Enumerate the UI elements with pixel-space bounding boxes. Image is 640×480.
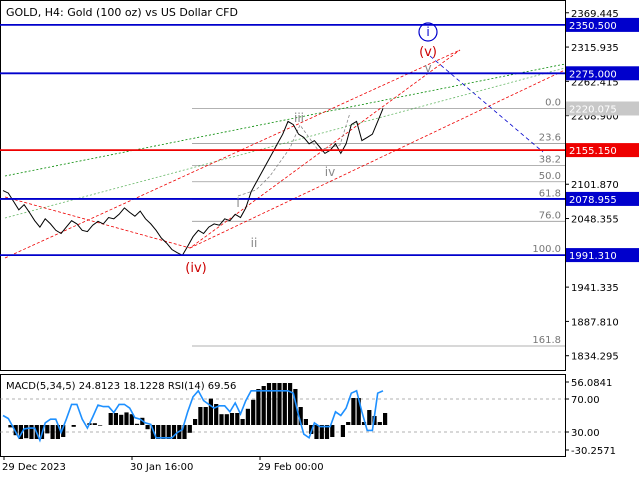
- macd-histogram-bar: [134, 423, 140, 425]
- macd-histogram-bar: [303, 419, 308, 425]
- macd-histogram-bar: [346, 422, 351, 425]
- level-tag-label: 2275.000: [569, 69, 617, 80]
- time-axis-label: 29 Feb 00:00: [258, 462, 324, 473]
- wave-label: ii: [251, 236, 258, 250]
- macd-histogram-bar: [108, 413, 113, 425]
- macd-histogram-bar: [29, 425, 34, 439]
- channel-line-green-lower: [4, 67, 566, 219]
- indicator-tick-label: -30.2571: [571, 446, 616, 457]
- wave-label: iv: [325, 165, 335, 179]
- time-axis-label: 29 Dec 2023: [2, 462, 66, 473]
- wave-label: (v): [419, 45, 437, 60]
- channel-line-red-upper: [4, 49, 461, 259]
- macd-histogram-bar: [277, 383, 282, 425]
- macd-histogram-bar: [351, 398, 356, 425]
- price-panel: 2369.4452315.9352262.4152208.9002101.870…: [0, 0, 639, 371]
- fib-ratio-label: 61.8: [539, 188, 561, 199]
- macd-histogram-bar: [219, 414, 224, 425]
- macd-histogram-bar: [224, 414, 229, 425]
- level-tag-label: 2155.150: [569, 146, 617, 157]
- indicator-tick-label: 70.00: [571, 395, 600, 406]
- macd-histogram-bar: [235, 413, 240, 425]
- macd-histogram-bar: [203, 407, 208, 425]
- macd-histogram-bar: [119, 414, 124, 425]
- macd-histogram-bar: [145, 425, 150, 430]
- macd-histogram-bar: [124, 412, 129, 425]
- macd-histogram-bar: [45, 425, 50, 434]
- fib-ratio-label: 0.0: [545, 97, 561, 108]
- level-tag-label: 1991.310: [569, 251, 617, 262]
- macd-histogram-bar: [377, 422, 382, 425]
- projection-line-blue: [429, 55, 544, 153]
- wave-label: i: [236, 196, 239, 210]
- macd-histogram-bar: [187, 425, 192, 433]
- wave-label: v: [424, 61, 431, 75]
- price-tick-label: 1887.810: [571, 317, 619, 328]
- macd-histogram-bar: [251, 399, 256, 425]
- fib-ratio-label: 23.6: [539, 132, 561, 143]
- wave-label: i: [426, 25, 429, 39]
- price-tick-label: 2048.355: [571, 215, 619, 226]
- macd-histogram-bar: [208, 398, 213, 425]
- macd-histogram-bar: [288, 383, 293, 425]
- price-tick-label: 2315.935: [571, 43, 619, 54]
- price-tick-label: 1834.295: [571, 352, 619, 363]
- level-tag-label: 2350.500: [569, 21, 617, 32]
- price-tick-label: 1941.335: [571, 283, 619, 294]
- macd-histogram-bar: [261, 386, 266, 425]
- macd-histogram-bar: [266, 383, 272, 425]
- macd-histogram-bar: [193, 419, 198, 425]
- macd-histogram-bar: [166, 425, 171, 439]
- time-axis-label: 30 Jan 16:00: [130, 462, 193, 473]
- fib-ratio-label: 50.0: [539, 171, 561, 182]
- chart-canvas: 2369.4452315.9352262.4152208.9002101.870…: [0, 0, 639, 473]
- macd-histogram-bar: [229, 413, 235, 425]
- indicator-label: MACD(5,34,5) 24.8123 18.1228 RSI(14) 69.…: [6, 381, 236, 392]
- macd-histogram-bar: [198, 407, 203, 425]
- macd-histogram-bar: [245, 408, 250, 425]
- macd-histogram-bar: [256, 389, 261, 425]
- indicator-tick-label: 56.0841: [571, 378, 612, 389]
- macd-histogram-bar: [314, 425, 319, 439]
- macd-histogram-bar: [92, 423, 97, 425]
- macd-histogram-bar: [282, 383, 287, 425]
- fib-ratio-label: 76.0: [539, 210, 561, 221]
- chart-title: GOLD, H4: Gold (100 oz) vs US Dollar CFD: [6, 6, 238, 19]
- indicator-tick-label: 30.00: [571, 428, 600, 439]
- price-tick-label: 2101.870: [571, 180, 619, 191]
- macd-histogram-bar: [24, 425, 29, 439]
- macd-histogram-bar: [156, 425, 161, 439]
- macd-histogram-bar: [98, 425, 103, 426]
- macd-histogram-bar: [240, 419, 245, 425]
- level-tag-label: 2078.955: [569, 195, 617, 206]
- macd-histogram-bar: [50, 425, 55, 439]
- wave-label: iii: [294, 111, 304, 125]
- current-price-label: 2220.075: [569, 104, 617, 115]
- channel-line-green-upper: [4, 63, 566, 177]
- wave-label: (iv): [185, 261, 206, 276]
- macd-histogram-bar: [161, 425, 166, 439]
- fib-ratio-label: 38.2: [539, 154, 561, 165]
- macd-histogram-bar: [71, 425, 76, 427]
- price-panel-border: [0, 0, 566, 371]
- fib-ratio-label: 161.8: [532, 335, 561, 346]
- macd-histogram-bar: [113, 413, 118, 425]
- macd-histogram-bar: [340, 425, 345, 437]
- fib-ratio-label: 100.0: [532, 244, 561, 255]
- macd-histogram-bar: [367, 410, 372, 425]
- macd-histogram-bar: [383, 413, 388, 425]
- macd-histogram-bar: [272, 383, 277, 425]
